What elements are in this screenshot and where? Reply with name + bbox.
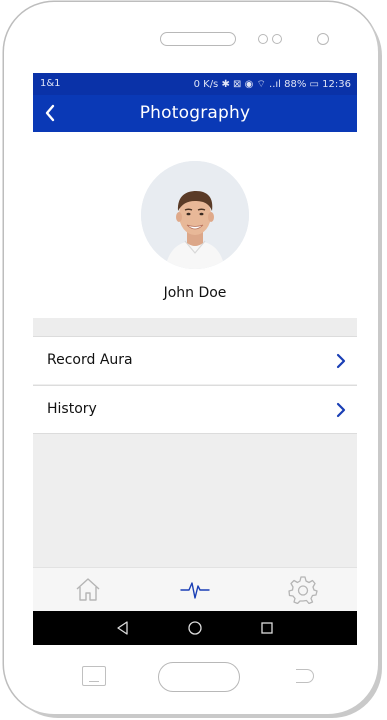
status-indicators: 0 K/s ✱ ⊠ ◉ ⌔ ..ıl 88% ▭ 12:36: [193, 79, 351, 90]
sensor-icon: [272, 34, 282, 44]
front-camera-icon: [317, 33, 329, 45]
gear-icon[interactable]: [288, 574, 318, 604]
pulse-icon[interactable]: [180, 574, 210, 604]
chevron-right-icon: [336, 402, 346, 418]
status-bar: 1&1 0 K/s ✱ ⊠ ◉ ⌔ ..ıl 88% ▭ 12:36: [33, 73, 357, 95]
system-navigation-bar: [33, 611, 357, 645]
home-icon[interactable]: [73, 574, 103, 604]
sensor-icon: [258, 34, 268, 44]
menu-item-history[interactable]: History: [33, 385, 357, 434]
avatar[interactable]: [141, 161, 249, 269]
home-circle-icon[interactable]: [187, 620, 203, 636]
phone-screen: 1&1 0 K/s ✱ ⊠ ◉ ⌔ ..ıl 88% ▭ 12:36 Photo…: [33, 73, 357, 645]
profile-name: John Doe: [163, 285, 227, 301]
section-divider: [33, 318, 357, 336]
page-title: Photography: [139, 103, 251, 123]
user-photo-icon: [141, 161, 249, 269]
carrier-label: 1&1: [40, 78, 61, 89]
app-header: Photography: [33, 95, 357, 132]
recent-square-icon[interactable]: [259, 620, 275, 636]
bottom-tab-bar: [33, 567, 357, 611]
earpiece-speaker: [160, 32, 236, 46]
menu-item-record-aura[interactable]: Record Aura: [33, 336, 357, 384]
hardware-home-button[interactable]: [158, 662, 240, 692]
menu-item-label: History: [47, 401, 97, 417]
hardware-recent-button[interactable]: [82, 666, 106, 686]
hardware-back-button[interactable]: [296, 669, 314, 683]
back-triangle-icon[interactable]: [115, 620, 131, 636]
profile-card: John Doe: [33, 132, 357, 318]
chevron-right-icon: [336, 353, 346, 369]
empty-content-area: [33, 434, 357, 567]
menu-item-label: Record Aura: [47, 352, 133, 368]
